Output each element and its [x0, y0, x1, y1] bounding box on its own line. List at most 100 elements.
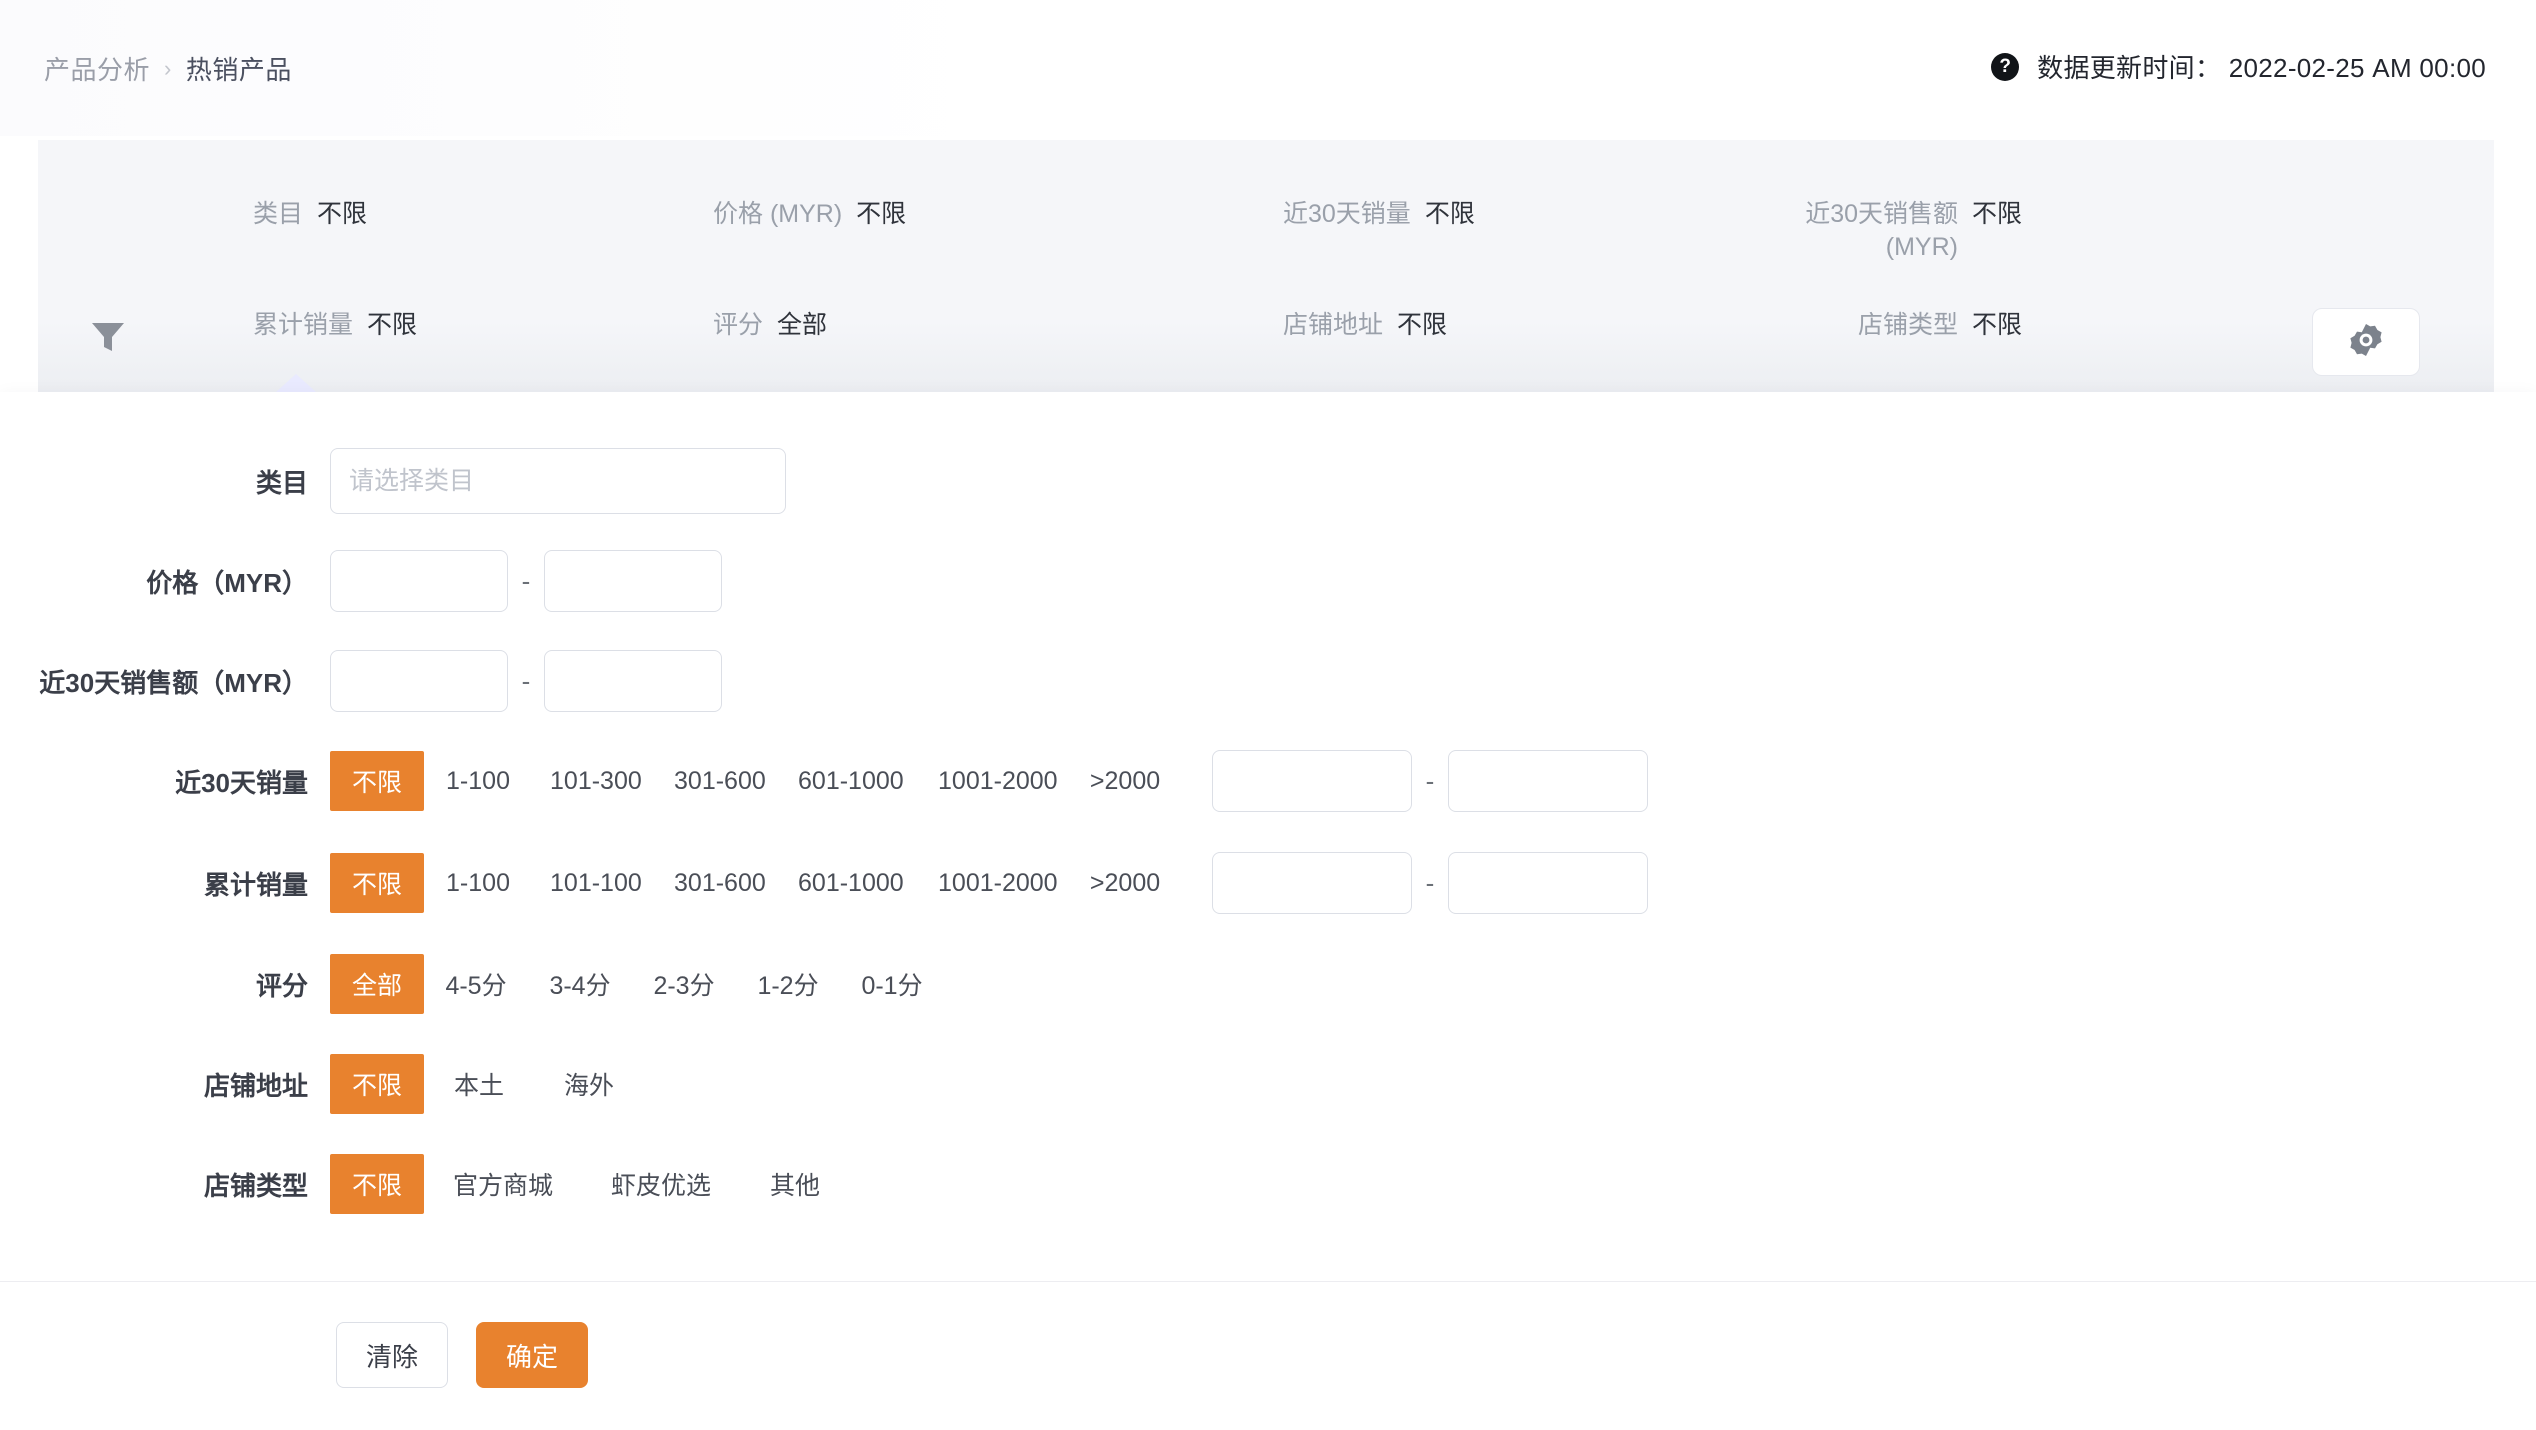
volume-total-option-unlimited[interactable]: 不限 [330, 853, 425, 913]
field-price-label: 价格（MYR） [146, 567, 308, 598]
price-max-input[interactable] [544, 550, 722, 612]
volume30-option-4[interactable]: 601-1000 [780, 755, 920, 808]
gear-icon [2346, 320, 2386, 365]
breadcrumb: 产品分析 › 热销产品 [44, 50, 292, 87]
volume-total-max-input[interactable] [1448, 852, 1649, 914]
score-option-4[interactable]: 1-2分 [736, 954, 840, 1014]
breadcrumb-separator-icon: › [164, 55, 172, 81]
breadcrumb-parent[interactable]: 产品分析 [44, 50, 150, 87]
filter-chip-shop-type-label: 店铺类型 [1857, 311, 1958, 339]
filter-chip-category-label: 类目 [253, 200, 304, 228]
filter-chip-volume-total-value: 不限 [367, 311, 418, 339]
field-volume30-label: 近30天销量 [175, 767, 308, 798]
filter-chip-category-value: 不限 [317, 200, 368, 228]
volume30-max-input[interactable] [1448, 750, 1649, 812]
score-option-3[interactable]: 2-3分 [632, 954, 736, 1014]
field-category: 类目 [0, 448, 2536, 514]
field-score-label: 评分 [255, 970, 308, 1001]
filter-chip-sales30-label-line1: 近30天销售额 [1805, 200, 1958, 228]
volume30-option-3[interactable]: 301-600 [656, 755, 780, 808]
filter-chip-sales30-label: 近30天销售额 (MYR) [1793, 198, 1958, 263]
field-shop-type-label: 店铺类型 [203, 1170, 308, 1201]
breadcrumb-current[interactable]: 热销产品 [186, 50, 292, 87]
shop-type-option-1[interactable]: 官方商城 [424, 1154, 582, 1214]
panel-actions: 清除 确定 [336, 1322, 588, 1388]
data-update-info: ? 数据更新时间： 2022-02-25 AM 00:00 [1991, 48, 2486, 85]
filter-chip-shop-address-value: 不限 [1397, 311, 1448, 339]
filter-chip-volume-total[interactable]: 累计销量 不限 [253, 309, 417, 342]
filter-dropdown-panel: 类目 价格（MYR） - 近30天销售额（MYR） - [0, 392, 2536, 1430]
question-mark-icon[interactable]: ? [1991, 52, 2020, 81]
shop-address-option-1[interactable]: 本土 [424, 1054, 534, 1114]
volume-total-option-3[interactable]: 301-600 [656, 857, 780, 910]
shop-type-option-2[interactable]: 虾皮优选 [582, 1154, 740, 1214]
volume-total-min-input[interactable] [1212, 852, 1413, 914]
volume-total-range-inputs: - [1212, 852, 1649, 914]
sales30-min-input[interactable] [330, 650, 508, 712]
price-min-input[interactable] [330, 550, 508, 612]
volume30-range-inputs: - [1212, 750, 1649, 812]
field-shop-type: 店铺类型 不限 官方商城 虾皮优选 其他 [0, 1154, 2536, 1214]
shop-address-option-unlimited[interactable]: 不限 [330, 1054, 425, 1114]
volume-total-option-4[interactable]: 601-1000 [780, 857, 920, 910]
field-category-control [330, 448, 786, 514]
volume30-option-6[interactable]: >2000 [1070, 755, 1180, 808]
field-sales30-label: 近30天销售额（MYR） [39, 667, 308, 698]
filter-chip-volume30[interactable]: 近30天销量 不限 [1283, 198, 1475, 231]
field-volume-total-label: 累计销量 [203, 869, 308, 900]
settings-button[interactable] [2312, 308, 2420, 376]
field-price-control: - [330, 550, 722, 612]
shop-type-option-3[interactable]: 其他 [740, 1154, 850, 1214]
filter-chip-score-value: 全部 [777, 311, 828, 339]
filter-chip-price-value: 不限 [856, 200, 907, 228]
filter-chip-volume-total-label: 累计销量 [253, 311, 354, 339]
filter-chip-shop-type-value: 不限 [1972, 311, 2023, 339]
category-select-input[interactable] [330, 448, 786, 514]
volume30-option-5[interactable]: 1001-2000 [920, 755, 1070, 808]
filter-chip-price[interactable]: 价格 (MYR) 不限 [713, 198, 906, 231]
field-sales30-control: - [330, 650, 722, 712]
field-shop-address-label: 店铺地址 [203, 1070, 308, 1101]
filter-panel-body: 类目 价格（MYR） - 近30天销售额（MYR） - [0, 392, 2536, 1388]
field-volume30-control: 不限 1-100 101-300 301-600 601-1000 1001-2… [330, 750, 1649, 812]
score-option-2[interactable]: 3-4分 [528, 954, 632, 1014]
filter-chip-shop-type[interactable]: 店铺类型 不限 [1793, 309, 2022, 342]
volume-total-option-1[interactable]: 1-100 [424, 857, 532, 910]
filter-chip-price-label: 价格 (MYR) [713, 200, 843, 228]
filter-chip-shop-address[interactable]: 店铺地址 不限 [1283, 309, 1447, 342]
dropdown-caret-icon [276, 374, 316, 392]
volume30-option-1[interactable]: 1-100 [424, 755, 532, 808]
volume30-option-unlimited[interactable]: 不限 [330, 751, 425, 811]
shop-address-option-2[interactable]: 海外 [534, 1054, 644, 1114]
filter-summary-bar[interactable]: 类目 不限 价格 (MYR) 不限 近30天销量 不限 近30天销售额 (MYR… [38, 140, 2494, 392]
score-option-5[interactable]: 0-1分 [840, 954, 944, 1014]
field-shop-address-control: 不限 本土 海外 [330, 1054, 644, 1114]
score-option-1[interactable]: 4-5分 [424, 954, 528, 1014]
field-score-control: 全部 4-5分 3-4分 2-3分 1-2分 0-1分 [330, 954, 944, 1014]
field-sales30: 近30天销售额（MYR） - [0, 650, 2536, 712]
filter-chip-sales30-label-line2: (MYR) [1885, 232, 1958, 261]
field-volume-total: 累计销量 不限 1-100 101-100 301-600 601-1000 1… [0, 852, 2536, 914]
filter-chip-sales30[interactable]: 近30天销售额 (MYR) 不限 [1793, 198, 2022, 263]
volume-total-option-2[interactable]: 101-100 [532, 857, 656, 910]
filter-chip-category[interactable]: 类目 不限 [253, 198, 367, 231]
sales30-range-separator: - [521, 665, 531, 696]
clear-button[interactable]: 清除 [336, 1322, 448, 1388]
filter-chip-volume30-label: 近30天销量 [1283, 200, 1411, 228]
field-price: 价格（MYR） - [0, 550, 2536, 612]
page-header: 产品分析 › 热销产品 ? 数据更新时间： 2022-02-25 AM 00:0… [0, 0, 2536, 136]
filter-chip-volume30-value: 不限 [1424, 200, 1475, 228]
shop-type-option-unlimited[interactable]: 不限 [330, 1154, 425, 1214]
volume30-option-2[interactable]: 101-300 [532, 755, 656, 808]
field-volume30: 近30天销量 不限 1-100 101-300 301-600 601-1000… [0, 750, 2536, 812]
score-option-all[interactable]: 全部 [330, 954, 425, 1014]
volume-total-option-6[interactable]: >2000 [1070, 857, 1180, 910]
filter-chip-score[interactable]: 评分 全部 [713, 309, 827, 342]
filter-chip-sales30-value: 不限 [1972, 200, 2023, 228]
volume-total-option-5[interactable]: 1001-2000 [920, 857, 1070, 910]
field-score: 评分 全部 4-5分 3-4分 2-3分 1-2分 0-1分 [0, 954, 2536, 1014]
sales30-max-input[interactable] [544, 650, 722, 712]
field-volume-total-control: 不限 1-100 101-100 301-600 601-1000 1001-2… [330, 852, 1649, 914]
volume30-min-input[interactable] [1212, 750, 1413, 812]
confirm-button[interactable]: 确定 [476, 1322, 588, 1388]
